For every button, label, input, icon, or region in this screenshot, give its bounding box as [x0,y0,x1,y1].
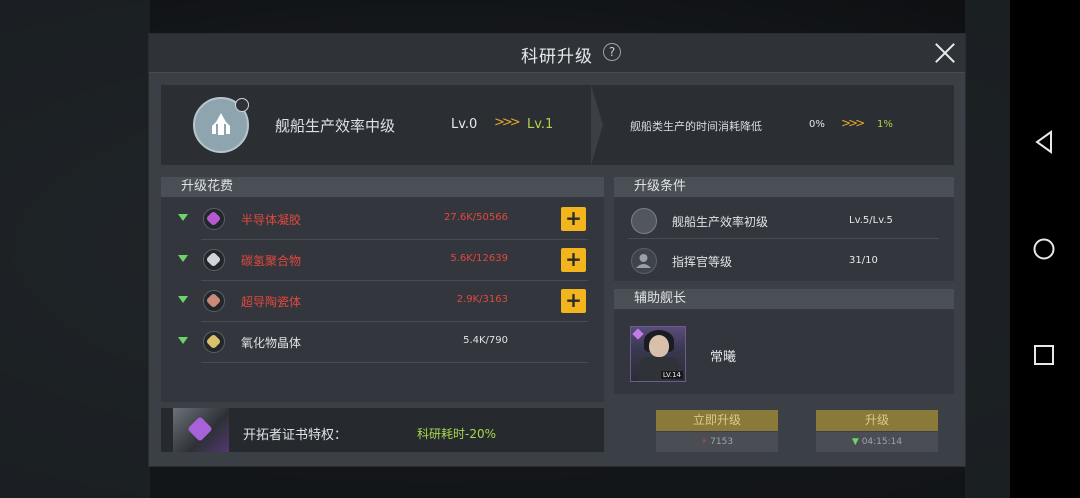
tech-banner: 舰船生产效率中级 Lv.0 >>> Lv.1 舰船类生产的时间消耗降低 0% >… [161,85,954,165]
assistant-section-header: 辅助舰长 [614,289,954,309]
condition-value: 31/10 [849,255,878,266]
cost-row: 氧化物晶体 5.4K/790 [161,322,604,363]
condition-name: 指挥官等级 [672,255,733,269]
captain-level-tag: LV.14 [660,371,683,379]
effect-to: 1% [877,119,893,130]
conditions-section-header: 升级条件 [614,177,954,197]
hydrocarbon-polymer-icon [203,249,225,271]
assistant-name: 常曦 [710,350,737,365]
pioneer-certificate-icon [173,408,229,452]
resource-name: 超导陶瓷体 [241,295,302,309]
add-resource-button[interactable]: + [561,248,586,272]
commander-avatar-icon [631,248,657,274]
add-resource-button[interactable]: + [561,207,586,231]
add-resource-button[interactable]: + [561,289,586,313]
level-arrows-icon: >>> [494,115,521,130]
cost-section-header: 升级花费 [161,177,604,197]
upgrade-time-value: 04:15:14 [861,437,903,447]
semiconductor-gel-icon [203,208,225,230]
expand-triangle-icon[interactable] [178,214,188,221]
ship-production-tech-icon [193,97,249,153]
instant-upgrade-cost: ⚡ 7153 [656,432,778,452]
resource-name: 氧化物晶体 [241,336,302,350]
expand-triangle-icon[interactable] [178,337,188,344]
prereq-tech-icon [631,208,657,234]
tech-badge-icon [235,98,249,112]
instant-cost-value: 7153 [710,437,734,447]
banner-divider [591,85,603,165]
perk-label: 开拓者证书特权： [243,428,348,443]
level-to: Lv.1 [527,117,554,132]
instant-upgrade-button[interactable]: 立即升级 [656,410,778,431]
help-icon[interactable]: ? [603,43,621,61]
effect-from: 0% [809,119,825,130]
expand-triangle-icon[interactable] [178,255,188,262]
effect-description: 舰船类生产的时间消耗降低 [630,120,762,133]
condition-row: 舰船生产效率初级 Lv.5/Lv.5 [614,201,939,239]
pioneer-perk-bar: 开拓者证书特权： 科研耗时-20% [161,408,604,452]
upgrade-button[interactable]: 升级 [816,410,938,431]
nav-home-icon[interactable] [1030,235,1058,263]
nav-back-icon[interactable] [1030,128,1058,156]
cost-row: 半导体凝胶 27.6K/50566 + [161,199,604,240]
tech-name: 舰船生产效率中级 [275,117,396,135]
dialog-header: 科研升级 ? [149,34,965,73]
resource-amount: 2.9K/3163 [456,294,508,305]
cost-row: 超导陶瓷体 2.9K/3163 + [161,281,604,322]
close-button[interactable] [932,40,958,66]
cost-row: 碳氢聚合物 5.6K/12639 + [161,240,604,281]
rarity-diamond-icon [632,328,644,340]
oxide-crystal-icon [203,331,225,353]
timer-triangle-icon: ▼ [851,437,859,447]
nav-recents-icon[interactable] [1030,341,1058,369]
assistant-captain-portrait[interactable]: LV.14 [630,326,686,382]
resource-amount: 27.6K/50566 [443,212,508,223]
resource-name: 碳氢聚合物 [241,254,302,268]
expand-triangle-icon[interactable] [178,296,188,303]
condition-row: 指挥官等级 31/10 [614,241,939,279]
dialog-title: 科研升级 [521,47,593,67]
resource-amount: 5.6K/12639 [450,253,508,264]
level-from: Lv.0 [451,117,478,132]
perk-value: 科研耗时-20% [417,427,497,441]
resource-name: 半导体凝胶 [241,213,302,227]
android-nav-bar [1010,0,1080,498]
upgrade-time: ▼ 04:15:14 [816,432,938,452]
research-upgrade-dialog: 科研升级 ? 舰船生产效率中级 Lv.0 >>> Lv.1 舰船类生产的时间消耗… [149,34,965,466]
condition-name: 舰船生产效率初级 [672,215,769,229]
effect-arrows-icon: >>> [841,116,865,130]
superconducting-ceramic-icon [203,290,225,312]
condition-value: Lv.5/Lv.5 [849,215,893,226]
premium-currency-icon: ⚡ [700,437,708,447]
resource-amount: 5.4K/790 [463,335,508,346]
